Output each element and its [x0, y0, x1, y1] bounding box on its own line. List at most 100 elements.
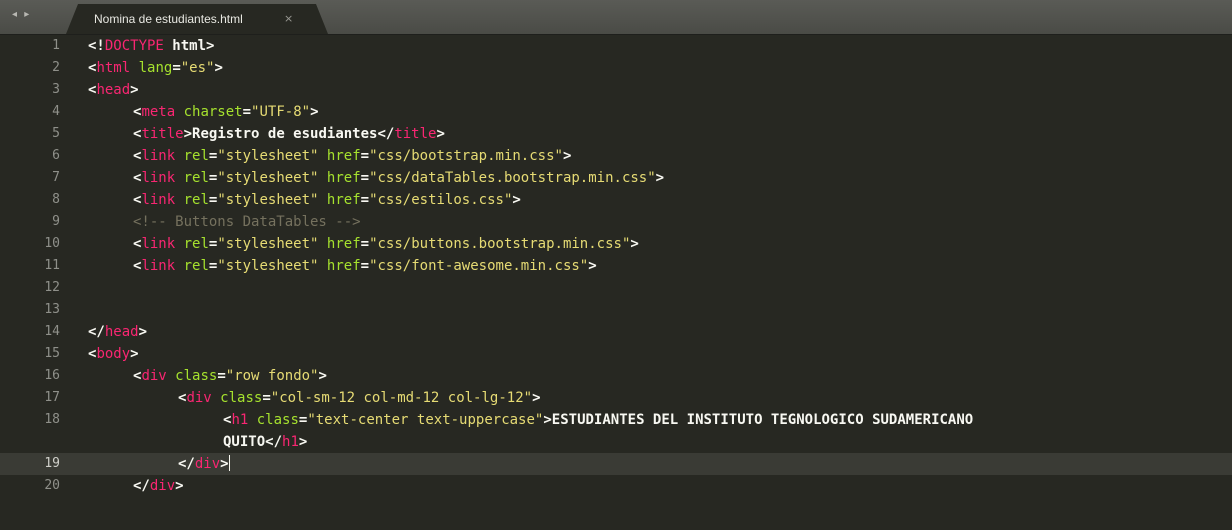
code-token-punct: </ — [178, 456, 195, 472]
code-token-punct: > — [588, 258, 597, 274]
code-token-tag: body — [96, 346, 131, 362]
code-line[interactable]: 5 <title>Registro de esudiantes</title> — [0, 123, 1232, 145]
code-token-str: "css/buttons.bootstrap.min.css" — [369, 236, 631, 252]
code-token-tag: link — [141, 148, 176, 164]
code-token-str: "css/estilos.css" — [369, 192, 513, 208]
code-text: <meta charset="UTF-8"> — [133, 101, 319, 123]
tab-nav-arrows-icon[interactable]: ◂ ▸ — [12, 9, 31, 20]
code-token-text: QUITO — [223, 434, 266, 450]
code-token-attr: class — [220, 390, 263, 406]
code-token-punct: > — [298, 434, 308, 450]
code-token-punct: > — [630, 236, 639, 252]
code-token-str: "col-sm-12 col-md-12 col-lg-12" — [270, 390, 533, 406]
code-token-tag: link — [141, 192, 176, 208]
close-icon[interactable]: × — [284, 12, 293, 25]
code-token-tag: h1 — [282, 434, 299, 450]
line-number: 10 — [44, 236, 60, 251]
code-token-str: "stylesheet" — [217, 148, 319, 164]
code-token-tag: head — [96, 82, 131, 98]
line-number: 13 — [44, 302, 60, 317]
code-token-str: "text-center text-uppercase" — [307, 412, 544, 428]
code-line[interactable]: 4 <meta charset="UTF-8"> — [0, 101, 1232, 123]
code-token-tag: link — [141, 236, 176, 252]
code-line[interactable]: 14 </head> — [0, 321, 1232, 343]
code-text: <title>Registro de esudiantes</title> — [133, 123, 445, 145]
code-token-attr: href — [326, 148, 361, 164]
code-token-punct: = — [262, 390, 271, 406]
code-text: <link rel="stylesheet" href="css/buttons… — [133, 233, 639, 255]
code-token-comment: <!-- Buttons DataTables --> — [133, 214, 361, 230]
code-line[interactable]: 6 <link rel="stylesheet" href="css/bootst… — [0, 145, 1232, 167]
code-token-punct: = — [360, 170, 370, 186]
code-line[interactable]: 16 <div class="row fondo"> — [0, 365, 1232, 387]
code-token-punct: </ — [265, 434, 283, 450]
code-line[interactable]: 9 <!-- Buttons DataTables --> — [0, 211, 1232, 233]
code-text: <head> — [88, 79, 139, 101]
code-line[interactable]: 17 <div class="col-sm-12 col-md-12 col-lg… — [0, 387, 1232, 409]
code-token-attr: rel — [183, 258, 209, 274]
code-line[interactable]: 13 — [0, 299, 1232, 321]
line-number: 5 — [52, 126, 60, 141]
code-token-tag: h1 — [231, 412, 249, 428]
code-token-punct: = — [360, 192, 370, 208]
line-number: 3 — [52, 82, 60, 97]
code-token-punct: = — [172, 60, 181, 76]
code-text: </div> — [133, 475, 184, 497]
code-token-str: "css/dataTables.bootstrap.min.css" — [369, 170, 656, 186]
code-line[interactable]: 3 <head> — [0, 79, 1232, 101]
code-line[interactable]: QUITO</h1> — [0, 431, 1232, 453]
tab-nomina-de-estudiantes[interactable]: Nomina de estudiantes.html × — [66, 4, 328, 34]
code-line[interactable]: 8 <link rel="stylesheet" href="css/estilo… — [0, 189, 1232, 211]
code-token-tag: div — [149, 478, 176, 494]
code-line[interactable]: 7 <link rel="stylesheet" href="css/dataTa… — [0, 167, 1232, 189]
code-line[interactable]: 10 <link rel="stylesheet" href="css/butto… — [0, 233, 1232, 255]
code-line[interactable]: 15 <body> — [0, 343, 1232, 365]
code-editor-window: ◂ ▸ Nomina de estudiantes.html × 1 <!DOCT… — [0, 0, 1232, 530]
code-token-punct: > — [532, 390, 541, 406]
line-number: 16 — [44, 368, 60, 383]
code-token-tag: meta — [141, 104, 176, 120]
code-text: <h1 class="text-center text-uppercase">E… — [223, 409, 973, 431]
code-token-tag: title — [394, 126, 437, 142]
code-token-punct: = — [242, 104, 252, 120]
code-text: </div> — [178, 453, 230, 475]
code-token-attr: href — [326, 258, 361, 274]
code-line[interactable]: 11 <link rel="stylesheet" href="css/font-… — [0, 255, 1232, 277]
code-line[interactable]: 12 — [0, 277, 1232, 299]
code-token-punct: > — [310, 104, 319, 120]
code-line[interactable]: 1 <!DOCTYPE html> — [0, 35, 1232, 57]
line-number: 15 — [44, 346, 60, 361]
code-text: <link rel="stylesheet" href="css/estilos… — [133, 189, 521, 211]
code-token-attr: rel — [183, 192, 209, 208]
code-token-punct: = — [217, 368, 226, 384]
code-token-text: html — [163, 38, 207, 54]
code-token-str: "es" — [180, 60, 215, 76]
line-number: 6 — [52, 148, 60, 163]
code-token-tag: head — [104, 324, 139, 340]
line-number: 14 — [44, 324, 60, 339]
code-token-punct: <! — [88, 38, 105, 54]
code-token-tag: html — [96, 60, 131, 76]
code-area[interactable]: 1 <!DOCTYPE html> 2 <html lang="es"> 3 <head>… — [0, 35, 1232, 530]
line-number: 17 — [44, 390, 60, 405]
code-token-punct: > — [130, 82, 139, 98]
code-text: <div class="col-sm-12 col-md-12 col-lg-1… — [178, 387, 541, 409]
code-token-punct: > — [183, 126, 193, 142]
code-token-punct: </ — [133, 478, 150, 494]
code-token-tag: div — [186, 390, 212, 406]
code-token-str: "css/font-awesome.min.css" — [369, 258, 589, 274]
line-number: 9 — [52, 214, 60, 229]
code-token-text: ESTUDIANTES DEL INSTITUTO TEGNOLOGICO SU… — [551, 412, 974, 428]
line-number: 12 — [44, 280, 60, 295]
code-line[interactable]: 19 </div> — [0, 453, 1232, 475]
code-line[interactable]: 18 <h1 class="text-center text-uppercase"… — [0, 409, 1232, 431]
tab-label: Nomina de estudiantes.html — [94, 12, 243, 26]
code-line[interactable]: 20 </div> — [0, 475, 1232, 497]
code-line[interactable]: 2 <html lang="es"> — [0, 57, 1232, 79]
